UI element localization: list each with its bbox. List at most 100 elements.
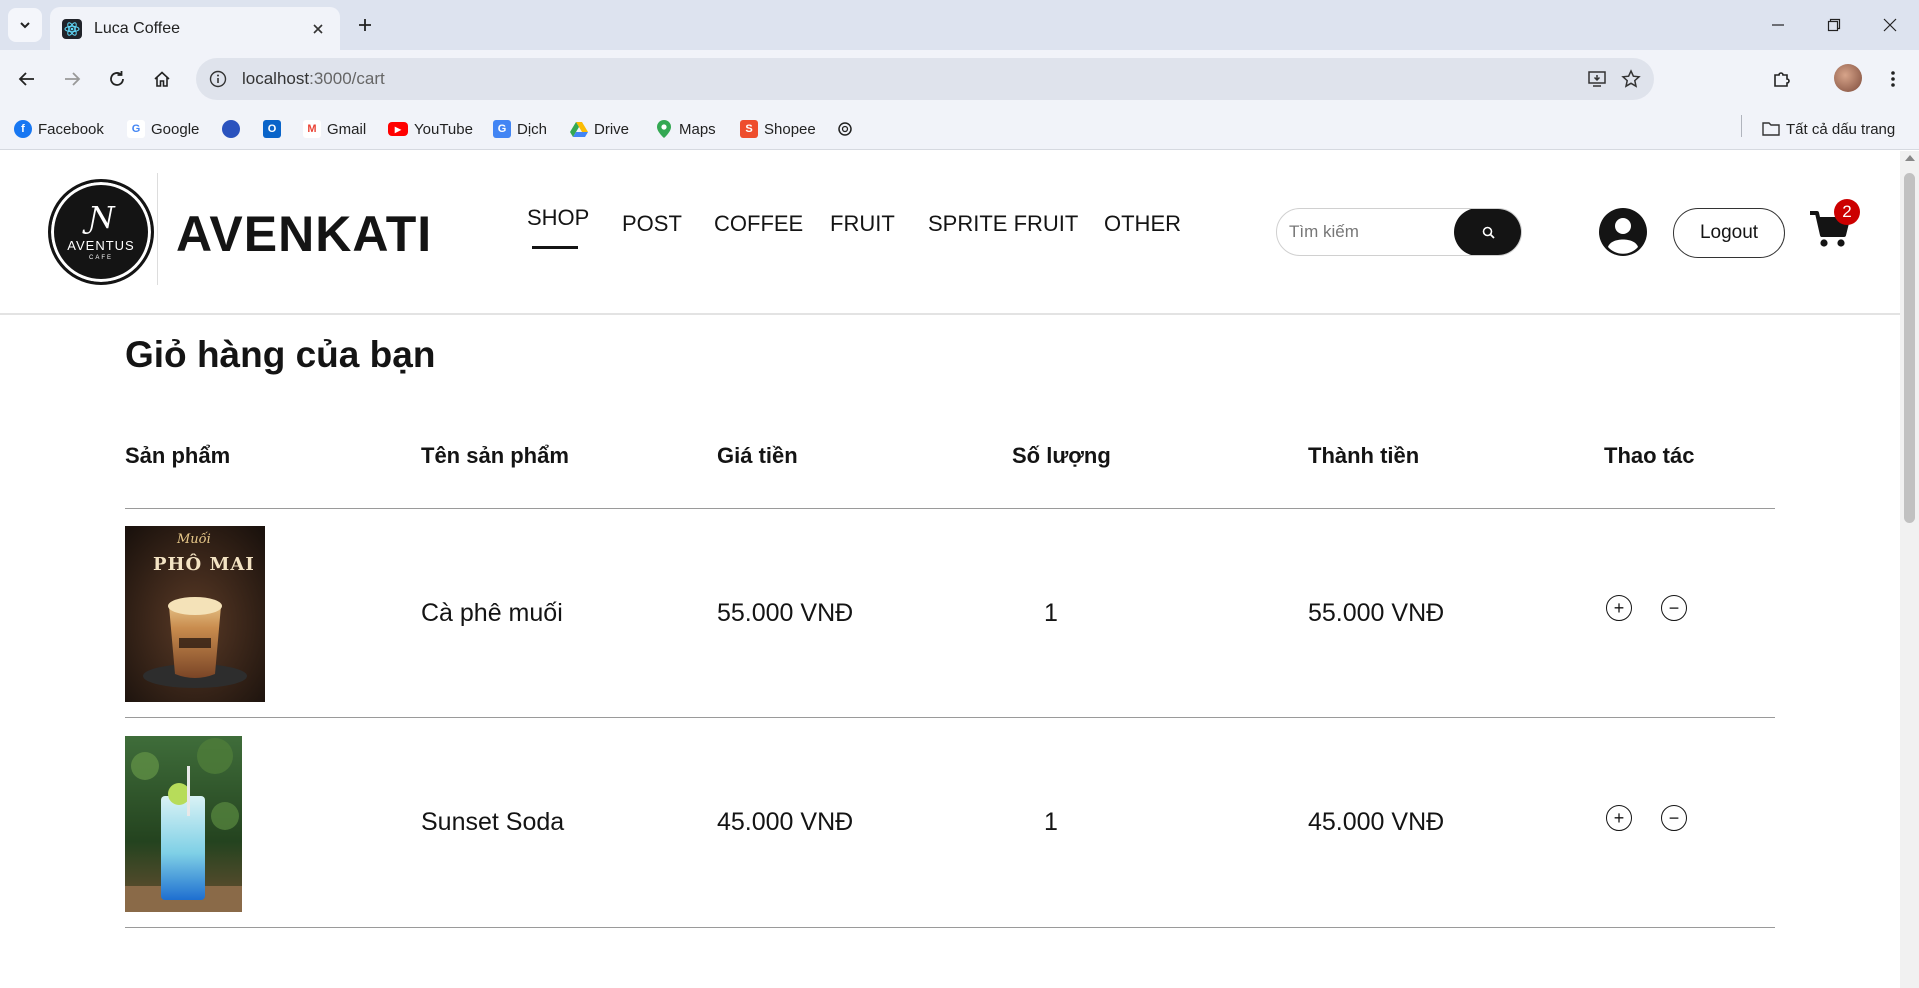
decrease-quantity-button[interactable]: −	[1661, 805, 1687, 831]
address-bar[interactable]: localhost:3000/cart	[196, 58, 1654, 100]
table-header-divider	[125, 508, 1775, 509]
aventus-logo[interactable]: Ɲ AVENTUS CAFE	[48, 179, 154, 285]
product-image-ca-phe-muoi: Muối PHÔ MAI	[125, 526, 265, 702]
scroll-up-arrow-icon[interactable]	[1905, 155, 1915, 161]
nav-coffee[interactable]: COFFEE	[714, 211, 803, 237]
bookmark-unnamed-1[interactable]	[222, 117, 246, 141]
nav-sprite-fruit[interactable]: SPRITE FRUIT	[928, 211, 1078, 237]
row-divider	[125, 927, 1775, 928]
puzzle-icon	[1774, 72, 1790, 87]
cart-count-badge: 2	[1834, 199, 1860, 225]
restore-button[interactable]	[1814, 10, 1854, 40]
bookmark-youtube[interactable]: ▶ YouTube	[388, 117, 473, 141]
product-price: 45.000 VNĐ	[717, 808, 854, 836]
brand-name[interactable]: AVENKATI	[176, 205, 432, 263]
site-globe-icon	[222, 120, 240, 138]
bookmark-google[interactable]: G Google	[127, 117, 199, 141]
logo-mark: Ɲ	[87, 200, 115, 236]
search-input[interactable]	[1277, 222, 1453, 242]
bookmark-translate[interactable]: G Dịch	[493, 117, 547, 141]
bookmark-label: Dịch	[517, 120, 548, 138]
chevron-down-icon	[20, 22, 30, 29]
product-total: 55.000 VNĐ	[1308, 599, 1445, 627]
logo-sub: CAFE	[88, 254, 113, 261]
browser-menu-button[interactable]	[1876, 62, 1910, 96]
extensions-button[interactable]	[1765, 62, 1799, 96]
bookmark-label: Maps	[679, 120, 716, 138]
column-header-price: Giá tiền	[717, 443, 798, 468]
logo-divider	[157, 173, 158, 285]
bookmark-drive[interactable]: Drive	[570, 117, 629, 141]
nav-fruit[interactable]: FRUIT	[830, 211, 895, 237]
logout-button[interactable]: Logout	[1673, 208, 1785, 258]
increase-quantity-button[interactable]: +	[1606, 595, 1632, 621]
increase-quantity-button[interactable]: +	[1606, 805, 1632, 831]
drive-icon	[570, 120, 588, 138]
product-name: Cà phê muối	[421, 599, 563, 627]
bookmark-outlook[interactable]: O	[263, 117, 287, 141]
close-tab-icon[interactable]	[308, 19, 328, 39]
forward-button[interactable]	[55, 62, 89, 96]
column-header-total: Thành tiền	[1308, 443, 1420, 468]
bookmark-label: YouTube	[414, 120, 473, 138]
bookmark-shopee[interactable]: S Shopee	[740, 117, 816, 141]
bookmark-chatgpt[interactable]	[836, 117, 860, 141]
arrow-right-icon	[65, 72, 81, 86]
column-header-name: Tên sản phẩm	[421, 443, 569, 468]
scrollbar-thumb[interactable]	[1904, 173, 1915, 523]
bookmark-gmail[interactable]: M Gmail	[303, 117, 366, 141]
new-tab-button[interactable]	[352, 12, 378, 38]
back-button[interactable]	[10, 62, 44, 96]
browser-tabstrip: Luca Coffee	[0, 0, 1919, 50]
page-viewport: Ɲ AVENTUS CAFE AVENKATI SHOP POST COFFEE…	[0, 151, 1900, 988]
tab-search-button[interactable]	[8, 8, 42, 42]
bookmark-label: Shopee	[764, 120, 816, 138]
react-favicon-icon	[62, 18, 82, 39]
arrow-left-icon	[18, 72, 34, 86]
nav-other[interactable]: OTHER	[1104, 211, 1181, 237]
minus-icon: −	[1668, 598, 1680, 618]
search-button[interactable]	[1454, 209, 1521, 255]
row-divider	[125, 717, 1775, 718]
bookmark-maps[interactable]: Maps	[655, 117, 716, 141]
user-account-icon[interactable]	[1598, 207, 1648, 257]
search-icon	[1482, 226, 1495, 239]
bookmark-facebook[interactable]: f Facebook	[14, 117, 104, 141]
folder-icon	[1762, 120, 1780, 138]
close-icon	[1883, 18, 1897, 32]
column-header-product: Sản phẩm	[125, 443, 231, 468]
column-header-quantity: Số lượng	[1012, 443, 1111, 468]
bookmark-label: Gmail	[327, 120, 367, 138]
facebook-icon: f	[14, 120, 32, 138]
plus-icon	[359, 19, 371, 31]
tab-title: Luca Coffee	[94, 19, 180, 37]
all-bookmarks[interactable]: Tất cả dấu trang	[1762, 117, 1895, 141]
nav-shop[interactable]: SHOP	[527, 205, 589, 231]
bookmark-label: Google	[151, 120, 200, 138]
bookmark-star-icon[interactable]	[1614, 62, 1648, 96]
decrease-quantity-button[interactable]: −	[1661, 595, 1687, 621]
nav-post[interactable]: POST	[622, 211, 682, 237]
openai-icon	[836, 120, 854, 138]
gmail-icon: M	[303, 120, 321, 138]
bookmark-label: Drive	[594, 120, 630, 138]
close-window-button[interactable]	[1870, 10, 1910, 40]
translate-icon: G	[493, 120, 511, 138]
site-info-icon[interactable]	[202, 63, 234, 95]
reload-button[interactable]	[100, 62, 134, 96]
profile-avatar[interactable]	[1834, 64, 1862, 92]
browser-toolbar: localhost:3000/cart	[0, 50, 1919, 108]
more-vertical-icon	[1891, 71, 1895, 87]
browser-tab[interactable]: Luca Coffee	[50, 7, 340, 50]
restore-icon	[1827, 18, 1841, 32]
outlook-icon: O	[263, 120, 281, 138]
google-icon: G	[127, 120, 145, 138]
home-button[interactable]	[145, 62, 179, 96]
nav-active-underline	[532, 246, 578, 249]
bookmarks-bar: f Facebook G Google O M Gmail ▶ YouTube …	[0, 108, 1919, 150]
minimize-button[interactable]	[1758, 10, 1798, 40]
maps-pin-icon	[655, 120, 673, 138]
page-scrollbar[interactable]	[1900, 151, 1919, 988]
install-app-icon[interactable]	[1580, 62, 1614, 96]
bookmarks-separator	[1741, 115, 1742, 137]
